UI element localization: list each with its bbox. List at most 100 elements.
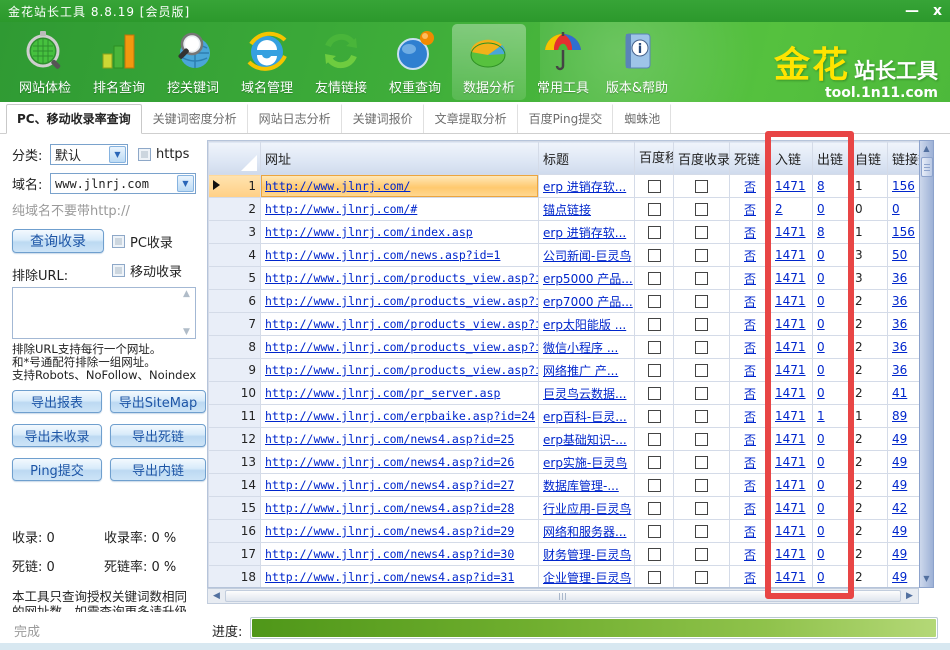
inlink-link[interactable]: 1471	[775, 478, 806, 492]
baidu-index-checkbox[interactable]	[695, 318, 708, 331]
toolbar-item-umbrella-tools[interactable]: 常用工具	[526, 24, 600, 100]
outlink-link[interactable]: 0	[817, 524, 825, 538]
title-link[interactable]: 财务管理-巨灵鸟	[543, 548, 631, 562]
inlink-link[interactable]: 1471	[775, 294, 806, 308]
scroll-right-icon[interactable]: ▶	[902, 589, 917, 603]
inlink-link[interactable]: 1471	[775, 317, 806, 331]
column-header[interactable]: 自链	[851, 142, 888, 175]
links-count-link[interactable]: 36	[892, 271, 907, 285]
links-count-link[interactable]: 49	[892, 432, 907, 446]
baidu-mobile-checkbox[interactable]	[648, 295, 661, 308]
baidu-mobile-checkbox[interactable]	[648, 180, 661, 193]
dead-link-link[interactable]: 否	[744, 249, 756, 263]
export-button[interactable]: 导出未收录	[12, 424, 102, 447]
links-count-link[interactable]: 156	[892, 179, 915, 193]
tab-item-3[interactable]: 关键词报价	[342, 104, 424, 133]
outlink-link[interactable]: 0	[817, 570, 825, 584]
pc-index-checkbox[interactable]	[112, 235, 125, 248]
title-link[interactable]: erp基础知识-...	[543, 433, 627, 447]
dead-link-link[interactable]: 否	[744, 364, 756, 378]
close-button[interactable]: x	[933, 1, 942, 21]
baidu-index-checkbox[interactable]	[695, 479, 708, 492]
baidu-index-checkbox[interactable]	[695, 272, 708, 285]
row-number[interactable]: 7	[209, 313, 261, 336]
baidu-index-checkbox[interactable]	[695, 525, 708, 538]
title-link[interactable]: 锚点链接	[543, 203, 591, 217]
links-count-link[interactable]: 36	[892, 317, 907, 331]
dead-link-link[interactable]: 否	[744, 180, 756, 194]
row-number[interactable]: 9	[209, 359, 261, 382]
inlink-link[interactable]: 1471	[775, 179, 806, 193]
title-link[interactable]: 网络和服务器...	[543, 525, 626, 539]
column-header[interactable]: 百度收录	[674, 142, 730, 175]
tab-index-query[interactable]: PC、移动收录率查询	[6, 104, 142, 134]
title-link[interactable]: 行业应用-巨灵鸟	[543, 502, 631, 516]
baidu-index-checkbox[interactable]	[695, 203, 708, 216]
toolbar-item-data-pie[interactable]: 数据分析	[452, 24, 526, 100]
baidu-index-checkbox[interactable]	[695, 456, 708, 469]
column-header[interactable]: 死链	[730, 142, 771, 175]
dead-link-link[interactable]: 否	[744, 341, 756, 355]
row-number[interactable]: 8	[209, 336, 261, 359]
toolbar-item-rank-chart[interactable]: 排名查询	[82, 24, 156, 100]
links-count-link[interactable]: 49	[892, 547, 907, 561]
tab-item-5[interactable]: 百度Ping提交	[518, 104, 614, 133]
select-all-corner[interactable]	[209, 142, 261, 175]
row-number[interactable]: 16	[209, 520, 261, 543]
column-header[interactable]: 出链	[813, 142, 851, 175]
outlink-link[interactable]: 0	[817, 386, 825, 400]
outlink-link[interactable]: 0	[817, 432, 825, 446]
column-header[interactable]: 网址	[261, 142, 539, 175]
baidu-mobile-checkbox[interactable]	[648, 433, 661, 446]
dead-link-link[interactable]: 否	[744, 226, 756, 240]
baidu-mobile-checkbox[interactable]	[648, 203, 661, 216]
toolbar-item-site-check[interactable]: 网站体检	[8, 24, 82, 100]
url-link[interactable]: http://www.jlnrj.com/index.asp	[265, 225, 473, 239]
outlink-link[interactable]: 0	[817, 294, 825, 308]
baidu-mobile-checkbox[interactable]	[648, 525, 661, 538]
dead-link-link[interactable]: 否	[744, 387, 756, 401]
chevron-down-icon[interactable]: ▼	[177, 175, 194, 192]
links-count-link[interactable]: 36	[892, 294, 907, 308]
mobile-index-checkbox[interactable]	[112, 264, 125, 277]
baidu-mobile-checkbox[interactable]	[648, 571, 661, 584]
outlink-link[interactable]: 1	[817, 409, 825, 423]
scroll-down-icon[interactable]: ▼	[920, 572, 933, 586]
url-link[interactable]: http://www.jlnrj.com/products_view.asp?i…	[265, 271, 539, 285]
url-link[interactable]: http://www.jlnrj.com/#	[265, 202, 417, 216]
url-link[interactable]: http://www.jlnrj.com/erpbaike.asp?id=24	[265, 409, 535, 423]
baidu-index-checkbox[interactable]	[695, 502, 708, 515]
export-button[interactable]: 导出内链	[110, 458, 206, 481]
title-link[interactable]: 数据库管理-...	[543, 479, 619, 493]
inlink-link[interactable]: 1471	[775, 501, 806, 515]
inlink-link[interactable]: 1471	[775, 271, 806, 285]
url-link[interactable]: http://www.jlnrj.com/	[265, 179, 410, 193]
url-link[interactable]: http://www.jlnrj.com/news.asp?id=1	[265, 248, 500, 262]
toolbar-item-friend-link[interactable]: 友情链接	[304, 24, 378, 100]
toolbar-item-help-book[interactable]: i版本&帮助	[600, 24, 674, 100]
links-count-link[interactable]: 156	[892, 225, 915, 239]
title-link[interactable]: erp实施-巨灵鸟	[543, 456, 627, 470]
title-link[interactable]: erp 进销存软...	[543, 180, 626, 194]
links-count-link[interactable]: 89	[892, 409, 907, 423]
row-number[interactable]: 4	[209, 244, 261, 267]
baidu-mobile-checkbox[interactable]	[648, 318, 661, 331]
outlink-link[interactable]: 0	[817, 501, 825, 515]
baidu-mobile-checkbox[interactable]	[648, 548, 661, 561]
row-number[interactable]: 11	[209, 405, 261, 428]
baidu-index-checkbox[interactable]	[695, 571, 708, 584]
baidu-mobile-checkbox[interactable]	[648, 410, 661, 423]
row-number[interactable]: 14	[209, 474, 261, 497]
baidu-index-checkbox[interactable]	[695, 410, 708, 423]
export-button[interactable]: 导出报表	[12, 390, 102, 413]
inlink-link[interactable]: 1471	[775, 432, 806, 446]
minimize-button[interactable]: —	[905, 1, 919, 21]
links-count-link[interactable]: 49	[892, 478, 907, 492]
links-count-link[interactable]: 36	[892, 340, 907, 354]
url-link[interactable]: http://www.jlnrj.com/news4.asp?id=31	[265, 570, 514, 584]
title-link[interactable]: 巨灵鸟云数据...	[543, 387, 626, 401]
outlink-link[interactable]: 8	[817, 179, 825, 193]
baidu-mobile-checkbox[interactable]	[648, 456, 661, 469]
links-count-link[interactable]: 41	[892, 386, 907, 400]
inlink-link[interactable]: 1471	[775, 248, 806, 262]
